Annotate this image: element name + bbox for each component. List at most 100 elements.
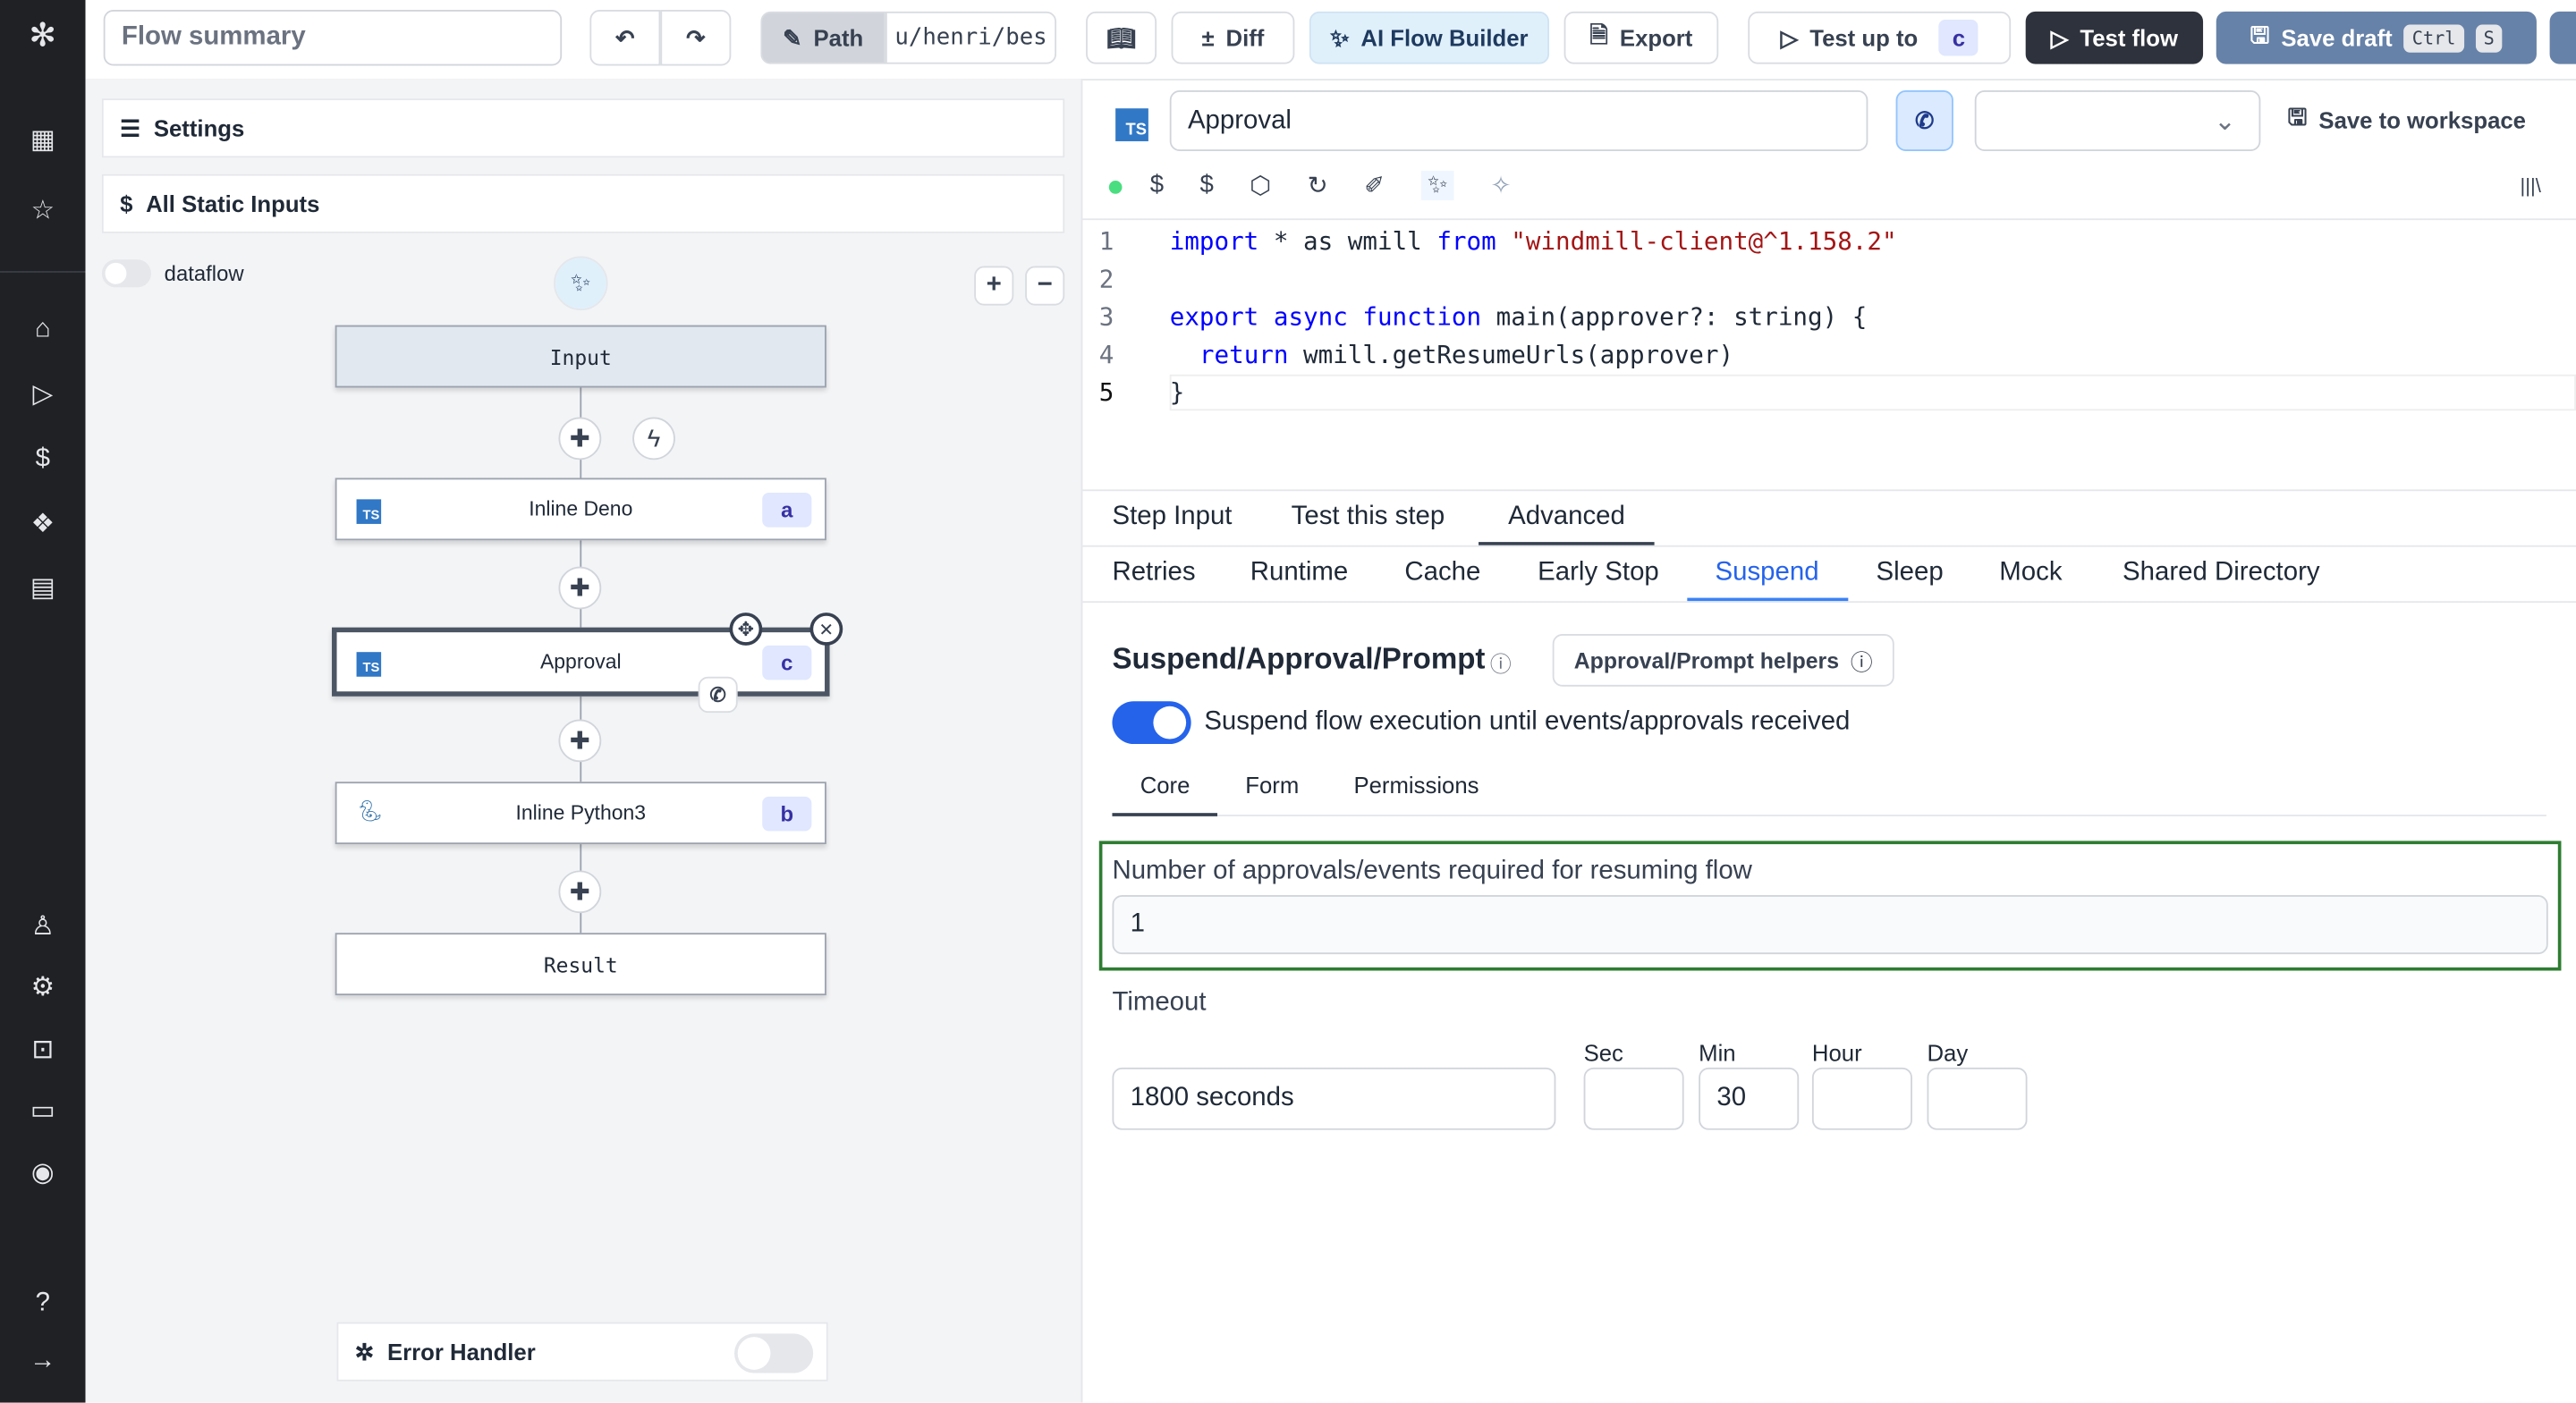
tab-test-this-step[interactable]: Test this step — [1292, 503, 1445, 532]
node-input[interactable]: Input — [335, 325, 826, 388]
save-to-workspace-button[interactable]: 🖫︎ Save to workspace — [2275, 94, 2538, 147]
save-draft-label: Save draft — [2281, 24, 2393, 51]
windmill-logo-icon[interactable]: ✻ — [23, 16, 63, 55]
day-input[interactable] — [1927, 1067, 2028, 1130]
zoom-out-button[interactable]: − — [1025, 266, 1065, 306]
dollar-icon[interactable]: $ — [23, 440, 63, 479]
add-step-button[interactable]: ✚ — [558, 417, 602, 461]
boxes-icon[interactable]: ❖ — [23, 506, 63, 545]
zoom-in-button[interactable]: + — [974, 266, 1014, 306]
eye-icon[interactable]: ◉ — [23, 1154, 63, 1194]
redo-button[interactable]: ↷ — [660, 10, 732, 66]
phone-incoming-icon: ✆ — [698, 676, 738, 714]
subtab-runtime[interactable]: Runtime — [1250, 558, 1348, 587]
ai-flow-builder-button[interactable]: ✨︎ AI Flow Builder — [1309, 11, 1550, 64]
tab-advanced[interactable]: Advanced — [1508, 503, 1625, 532]
tab-core[interactable]: Core — [1140, 772, 1191, 798]
subtab-sleep[interactable]: Sleep — [1877, 558, 1944, 587]
tab-permissions[interactable]: Permissions — [1353, 772, 1479, 798]
required-events-input[interactable]: 1 — [1112, 895, 2548, 955]
step-name-input[interactable]: Approval — [1169, 90, 1868, 151]
calendar-icon[interactable]: ▤ — [23, 570, 63, 609]
language-select[interactable]: ⌄ — [1974, 90, 2261, 151]
folder-icon[interactable]: ▭ — [23, 1092, 63, 1131]
dollar-var-icon[interactable]: $ — [1150, 171, 1164, 200]
sec-input[interactable] — [1583, 1067, 1684, 1130]
error-handler-bar[interactable]: ✲ Error Handler — [336, 1322, 828, 1382]
test-flow-button[interactable]: ▷ Test flow — [2025, 11, 2204, 64]
status-dot — [1108, 181, 1123, 194]
timeout-input[interactable]: 1800 seconds — [1112, 1067, 1556, 1130]
line-number: 1 — [1098, 226, 1114, 257]
node-inline-python3[interactable]: 🐍︎ Inline Python3 b — [335, 782, 826, 845]
node-label: Input — [549, 343, 612, 369]
close-icon[interactable]: ✕ — [809, 613, 843, 646]
error-handler-toggle[interactable] — [734, 1333, 814, 1373]
subtab-mock[interactable]: Mock — [1999, 558, 2062, 587]
bot-icon[interactable]: ⊡ — [23, 1031, 63, 1070]
subtab-retries[interactable]: Retries — [1112, 558, 1195, 587]
node-id-badge: a — [762, 493, 812, 528]
day-label: Day — [1927, 1039, 1969, 1067]
help-icon[interactable]: ? — [23, 1284, 63, 1323]
undo-button[interactable]: ↶ — [589, 10, 661, 66]
step-badge: c — [1939, 20, 1979, 56]
add-step-button[interactable]: ✚ — [558, 719, 602, 763]
subtab-cache[interactable]: Cache — [1404, 558, 1480, 587]
dataflow-label: dataflow — [164, 261, 244, 286]
add-step-button[interactable]: ✚ — [558, 870, 602, 914]
sparkles-off-icon[interactable]: ✧ — [1490, 171, 1511, 200]
move-icon[interactable]: ✥ — [729, 613, 763, 646]
suspend-toggle-label: Suspend flow execution until events/appr… — [1204, 707, 1851, 736]
dollar-resource-icon[interactable]: $ — [1199, 171, 1213, 200]
flow-summary-input[interactable]: Flow summary — [103, 10, 563, 66]
save-draft-button[interactable]: 🖫︎ Save draft Ctrl S — [2216, 11, 2537, 64]
approval-helpers-button[interactable]: Approval/Prompt helpers ⓘ — [1552, 633, 1894, 687]
tab-form[interactable]: Form — [1245, 772, 1299, 798]
timeout-label: Timeout — [1112, 988, 1207, 1017]
suspend-toggle[interactable] — [1112, 701, 1191, 745]
app-sidebar: ✻ ▦ ☆ ⌂ ▷ $ ❖ ▤ ♙ ⚙ ⊡ ▭ ◉ ? → — [0, 0, 86, 1403]
brush-icon[interactable]: ✐ — [1364, 171, 1385, 200]
min-input[interactable]: 30 — [1699, 1067, 1800, 1130]
subtab-early-stop[interactable]: Early Stop — [1538, 558, 1659, 587]
suspend-toggle-button[interactable]: ✆ — [1895, 90, 1953, 151]
diff-button[interactable]: ± Diff — [1171, 11, 1295, 64]
expand-icon[interactable]: → — [23, 1342, 63, 1382]
hour-input[interactable] — [1811, 1067, 1912, 1130]
path-input[interactable]: u/henri/bes — [885, 11, 1057, 64]
more-button[interactable] — [2549, 11, 2576, 64]
settings-bar[interactable]: ☰ Settings — [101, 98, 1065, 158]
home-icon[interactable]: ⌂ — [23, 310, 63, 350]
ai-wand-button[interactable]: ✨︎ — [553, 256, 608, 311]
wand-icon[interactable]: ✨︎ — [1420, 171, 1455, 201]
dataflow-toggle[interactable] — [101, 259, 151, 288]
add-step-button[interactable]: ✚ — [558, 566, 602, 610]
export-button[interactable]: 🗎︎ Export — [1563, 11, 1719, 64]
static-inputs-bar[interactable]: $ All Static Inputs — [101, 173, 1065, 233]
library-icon[interactable]: |||\ — [2521, 174, 2541, 198]
user-icon[interactable]: ♙ — [23, 909, 63, 948]
help-icon: ⓘ — [1850, 650, 1873, 675]
building-icon[interactable]: ▦ — [23, 122, 63, 161]
package-icon[interactable]: ⬡ — [1250, 171, 1271, 200]
node-result[interactable]: Result — [335, 933, 826, 996]
info-icon[interactable]: ⓘ — [1490, 647, 1512, 679]
code-editor[interactable]: 1 2 3 4 5 import * as wmill from "windmi… — [1082, 218, 2576, 492]
code-line: export async function main(approver?: st… — [1169, 301, 1868, 333]
node-inline-deno[interactable]: TS Inline Deno a — [335, 478, 826, 541]
hour-label: Hour — [1811, 1039, 1862, 1067]
test-up-to-button[interactable]: ▷ Test up to c — [1748, 11, 2012, 64]
tab-step-input[interactable]: Step Input — [1112, 503, 1232, 532]
star-icon[interactable]: ☆ — [23, 192, 63, 232]
refresh-icon[interactable]: ↻ — [1308, 171, 1328, 200]
subtab-suspend[interactable]: Suspend — [1716, 558, 1819, 587]
trigger-button[interactable]: ϟ — [632, 417, 675, 461]
docs-button[interactable]: 📖︎ — [1086, 11, 1157, 64]
min-value: 30 — [1716, 1084, 1747, 1112]
gear-icon[interactable]: ⚙ — [23, 969, 63, 1009]
play-icon[interactable]: ▷ — [23, 376, 63, 416]
path-edit-button[interactable]: ✎ Path — [760, 11, 886, 64]
node-label: Inline Python3 — [515, 801, 647, 825]
subtab-shared-directory[interactable]: Shared Directory — [2123, 558, 2319, 587]
